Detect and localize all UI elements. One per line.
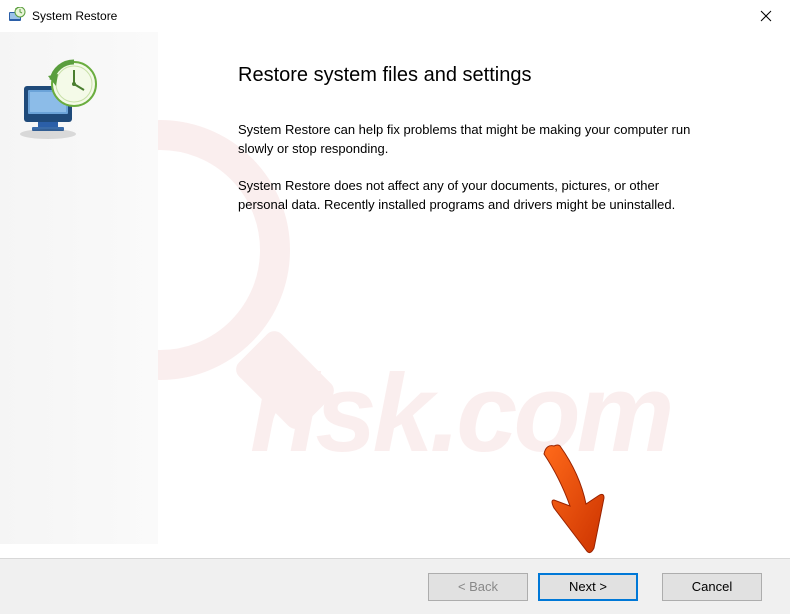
page-heading: Restore system files and settings xyxy=(238,64,740,87)
wizard-footer: < Back Next > Cancel xyxy=(0,558,790,614)
intro-paragraph-1: System Restore can help fix problems tha… xyxy=(238,121,698,159)
next-button[interactable]: Next > xyxy=(538,573,638,601)
intro-paragraph-2: System Restore does not affect any of yo… xyxy=(238,177,698,215)
content-area: Restore system files and settings System… xyxy=(0,32,790,544)
restore-large-icon xyxy=(16,58,106,138)
window-title: System Restore xyxy=(32,9,117,23)
cancel-button[interactable]: Cancel xyxy=(662,573,762,601)
back-button: < Back xyxy=(428,573,528,601)
titlebar: System Restore xyxy=(0,0,790,32)
system-restore-icon xyxy=(8,7,26,25)
close-icon[interactable] xyxy=(754,4,778,28)
wizard-sidebar xyxy=(0,32,158,544)
wizard-main: Restore system files and settings System… xyxy=(158,32,790,544)
